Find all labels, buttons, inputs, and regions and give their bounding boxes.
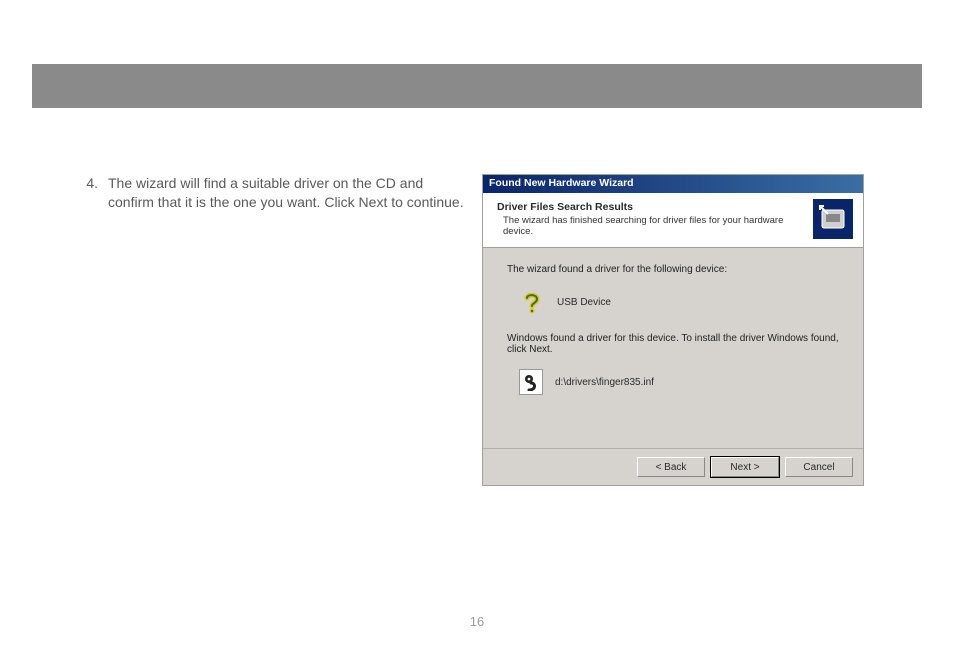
dialog-titlebar: Found New Hardware Wizard [483,175,863,193]
cancel-button[interactable]: Cancel [785,457,853,477]
device-name: USB Device [557,297,611,308]
content-row: 4. The wizard will find a suitable drive… [80,174,880,486]
back-button[interactable]: < Back [637,457,705,477]
hardware-icon [813,199,853,239]
instruction-text: The wizard will find a suitable driver o… [108,174,470,486]
device-row: USB Device [519,289,843,315]
instruction-item: 4. The wizard will find a suitable drive… [80,174,470,486]
instruction-number: 4. [80,174,98,486]
dialog-header-subtitle: The wizard has finished searching for dr… [503,215,813,237]
dialog-body: The wizard found a driver for the follow… [483,248,863,448]
dialog-button-row: < Back Next > Cancel [483,448,863,485]
page-number: 16 [470,614,484,629]
question-mark-icon [519,289,545,315]
wizard-dialog: Found New Hardware Wizard Driver Files S… [482,174,864,486]
inf-file-icon [519,369,543,395]
dialog-header: Driver Files Search Results The wizard h… [483,193,863,248]
next-button[interactable]: Next > [711,457,779,477]
body-line-install: Windows found a driver for this device. … [507,333,843,355]
dialog-header-title: Driver Files Search Results [497,201,813,213]
dialog-header-texts: Driver Files Search Results The wizard h… [497,199,813,237]
inf-file-path: d:\drivers\finger835.inf [555,377,654,388]
body-line-found: The wizard found a driver for the follow… [507,264,843,275]
inf-file-row: d:\drivers\finger835.inf [519,369,843,395]
page-header-bar [32,64,922,108]
